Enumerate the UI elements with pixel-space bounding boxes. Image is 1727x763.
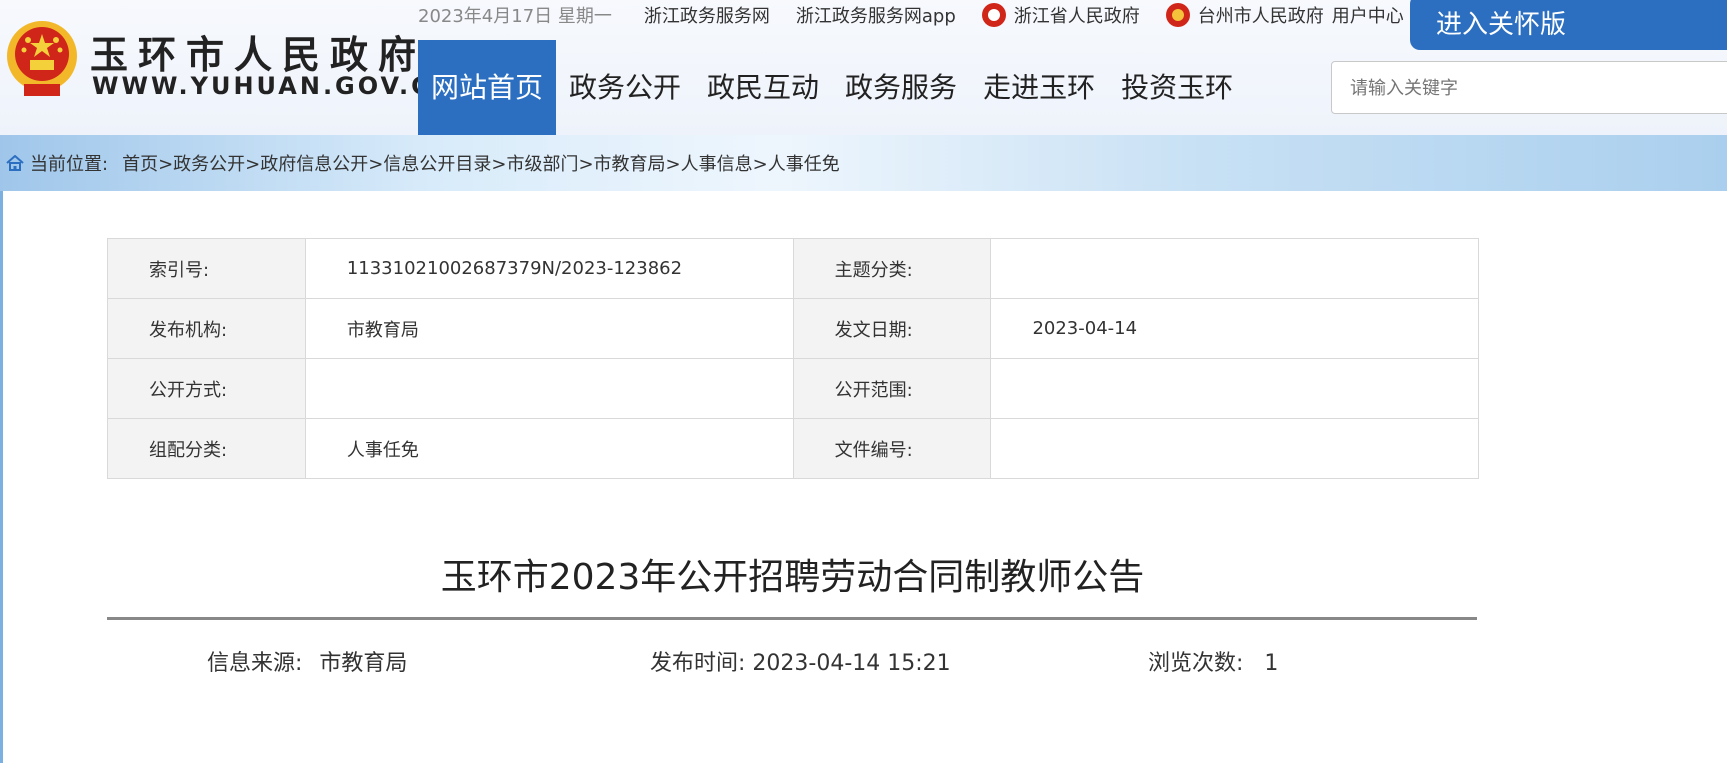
nav-item-interaction[interactable]: 政民互动	[694, 40, 832, 135]
meta-key-issue-date: 发文日期:	[792, 298, 992, 359]
link-taizhou-gov[interactable]: 台州市人民政府	[1198, 2, 1324, 28]
breadcrumb: 当前位置: 首页> 政务公开> 政府信息公开> 信息公开目录> 市级部门> 市教…	[6, 150, 840, 176]
meta-value-issue-date: 2023-04-14	[990, 298, 1479, 359]
meta-info-table: 索引号: 11331021002687379N/2023-123862 主题分类…	[107, 238, 1479, 479]
meta-key-publisher: 发布机构:	[107, 298, 306, 359]
zhejiang-gov-logo-icon	[981, 3, 1006, 27]
link-zhejiang-gov[interactable]: 浙江省人民政府	[1014, 2, 1140, 28]
title-divider	[107, 617, 1477, 620]
breadcrumb-appointments[interactable]: 人事任免	[768, 150, 840, 176]
search-input[interactable]	[1332, 62, 1727, 115]
table-row: 发布机构: 市教育局 发文日期: 2023-04-14	[107, 298, 1479, 359]
table-row: 公开方式: 公开范围:	[107, 358, 1479, 419]
meta-key-disclosure-scope: 公开范围:	[792, 358, 992, 419]
breadcrumb-city-depts[interactable]: 市级部门>	[506, 150, 593, 176]
source-value: 市教育局	[319, 651, 408, 676]
meta-value-category: 人事任免	[304, 418, 794, 479]
breadcrumb-education-bureau[interactable]: 市教育局>	[594, 150, 681, 176]
nav-item-invest[interactable]: 投资玉环	[1108, 40, 1246, 135]
table-row: 索引号: 11331021002687379N/2023-123862 主题分类…	[107, 238, 1479, 299]
meta-key-disclosure-mode: 公开方式:	[107, 358, 306, 419]
meta-value-disclosure-mode	[304, 358, 794, 419]
breadcrumb-info-public[interactable]: 政府信息公开>	[260, 150, 383, 176]
taizhou-gov-logo-icon	[1165, 3, 1190, 27]
breadcrumb-home[interactable]: 首页>	[122, 150, 173, 176]
breadcrumb-label: 当前位置:	[30, 154, 109, 175]
breadcrumb-banner: 当前位置: 首页> 政务公开> 政府信息公开> 信息公开目录> 市级部门> 市教…	[0, 135, 1727, 191]
meta-value-index: 11331021002687379N/2023-123862	[304, 238, 794, 299]
site-header: 玉环市人民政府 WWW.YUHUAN.GOV.CN 2023年4月17日 星期一…	[0, 0, 1727, 135]
source-label: 信息来源:	[207, 651, 303, 676]
top-links-bar: 2023年4月17日 星期一 浙江政务服务网 浙江政务服务网app 浙江省人民政…	[418, 2, 1430, 28]
site-url[interactable]: WWW.YUHUAN.GOV.CN	[92, 72, 455, 100]
national-emblem-icon[interactable]	[4, 18, 80, 100]
meta-key-index: 索引号:	[107, 238, 306, 299]
link-user-center[interactable]: 用户中心	[1332, 2, 1404, 28]
nav-item-services[interactable]: 政务服务	[832, 40, 970, 135]
search-box	[1331, 61, 1727, 115]
article-title: 玉环市2023年公开招聘劳动合同制教师公告	[440, 557, 1145, 598]
breadcrumb-gov-affairs[interactable]: 政务公开>	[173, 150, 260, 176]
nav-item-gov-affairs[interactable]: 政务公开	[556, 40, 694, 135]
current-date: 2023年4月17日 星期一	[418, 6, 612, 27]
left-decor-strip	[0, 191, 3, 763]
views-label: 浏览次数:	[1148, 651, 1244, 676]
article-views: 浏览次数: 1	[1148, 645, 1278, 677]
time-label: 发布时间:	[650, 651, 746, 676]
table-row: 组配分类: 人事任免 文件编号:	[107, 418, 1479, 479]
main-nav: 网站首页 政务公开 政民互动 政务服务 走进玉环 投资玉环	[418, 40, 1246, 135]
nav-item-about[interactable]: 走进玉环	[970, 40, 1108, 135]
views-value: 1	[1264, 651, 1279, 676]
article-source: 信息来源: 市教育局	[207, 645, 407, 677]
breadcrumb-catalog[interactable]: 信息公开目录>	[383, 150, 506, 176]
article-publish-time: 发布时间: 2023-04-14 15:21	[650, 645, 951, 677]
home-icon	[6, 155, 24, 171]
meta-key-topic: 主题分类:	[792, 238, 992, 299]
meta-value-topic	[990, 238, 1479, 299]
breadcrumb-personnel[interactable]: 人事信息>	[681, 150, 768, 176]
care-version-button[interactable]: 进入关怀版	[1410, 0, 1727, 50]
time-value: 2023-04-14 15:21	[752, 651, 951, 676]
meta-key-category: 组配分类:	[107, 418, 306, 479]
meta-value-disclosure-scope	[990, 358, 1479, 419]
nav-item-home[interactable]: 网站首页	[418, 40, 557, 135]
site-name[interactable]: 玉环市人民政府	[90, 24, 426, 79]
link-zjzwfw-app[interactable]: 浙江政务服务网app	[796, 2, 956, 28]
link-zjzwfw[interactable]: 浙江政务服务网	[644, 2, 770, 28]
meta-key-doc-number: 文件编号:	[792, 418, 992, 479]
meta-value-doc-number	[990, 418, 1479, 479]
meta-value-publisher: 市教育局	[304, 298, 794, 359]
